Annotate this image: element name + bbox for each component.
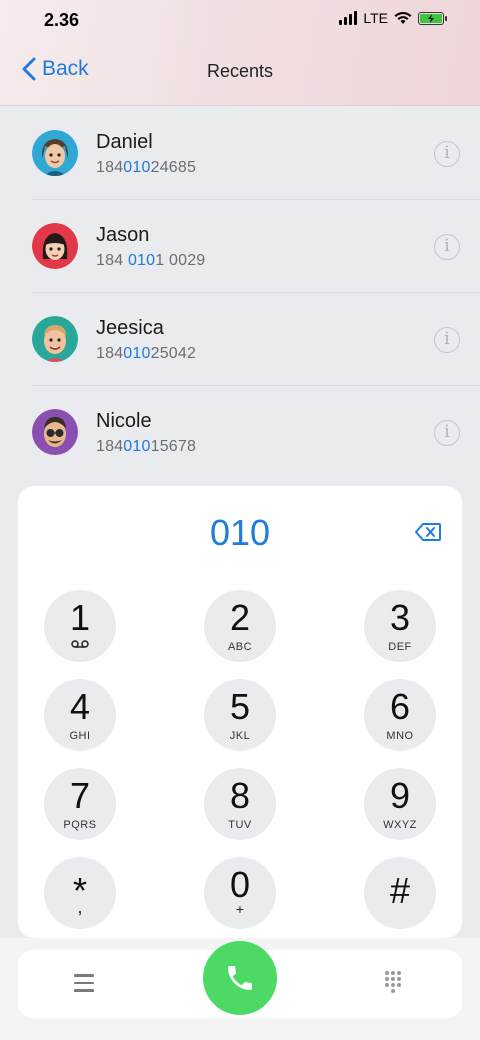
list-item[interactable]: Jason 184 0101 0029 i — [32, 200, 480, 293]
info-icon[interactable]: i — [434, 234, 460, 260]
key-digit: # — [389, 870, 411, 911]
key-9[interactable]: 9 WXYZ — [364, 768, 436, 840]
key-letters: DEF — [388, 641, 412, 653]
key-letters: GHI — [69, 730, 91, 742]
key-letters: MNO — [386, 730, 414, 742]
key-1[interactable]: 1 — [44, 590, 116, 662]
key-star[interactable]: * , — [44, 857, 116, 929]
key-letters: TUV — [228, 819, 252, 831]
call-button[interactable] — [203, 941, 277, 1015]
key-digit: 1 — [69, 597, 91, 638]
key-sub: + — [235, 901, 245, 917]
dialpad: 010 1 2 ABC 3 DEF 4 GHI 5 JKL 6 MNO 7 PQ… — [18, 486, 462, 938]
key-digit: 8 — [229, 775, 251, 816]
key-digit: 5 — [229, 686, 251, 727]
info-icon[interactable]: i — [434, 327, 460, 353]
key-4[interactable]: 4 GHI — [44, 679, 116, 751]
status-time: 2.36 — [44, 10, 80, 30]
menu-icon[interactable] — [74, 974, 94, 997]
key-8[interactable]: 8 TUV — [204, 768, 276, 840]
key-0[interactable]: 0 + — [204, 857, 276, 929]
contact-name: Nicole — [96, 410, 152, 432]
key-digit: 4 — [69, 686, 91, 727]
contact-number: 18401015678 — [96, 438, 197, 455]
key-digit: 9 — [389, 775, 411, 816]
avatar — [32, 223, 78, 269]
contact-number: 18401025042 — [96, 345, 197, 362]
contact-name: Jason — [96, 224, 150, 246]
key-digit: 2 — [229, 597, 251, 638]
voicemail-icon — [71, 640, 89, 648]
network-label: LTE — [363, 10, 388, 26]
info-icon[interactable]: i — [434, 420, 460, 446]
key-letters: WXYZ — [383, 819, 417, 831]
backspace-icon — [415, 523, 441, 541]
contact-number: 18401024685 — [96, 159, 197, 176]
navigation-bar: Back Recents — [0, 50, 480, 94]
key-digit: 3 — [389, 597, 411, 638]
key-digit: 0 — [229, 864, 251, 905]
list-item[interactable]: Jeesica 18401025042 i — [32, 293, 480, 386]
backspace-button[interactable] — [414, 522, 442, 547]
key-digit: 7 — [69, 775, 91, 816]
contact-name: Daniel — [96, 131, 153, 153]
status-indicators: LTE — [339, 10, 447, 26]
signal-icon — [339, 11, 358, 25]
key-letters: ABC — [227, 641, 253, 653]
key-letters: PQRS — [63, 819, 97, 831]
info-icon[interactable]: i — [434, 141, 460, 167]
dialed-number-display: 010 — [209, 512, 271, 553]
phone-icon — [228, 966, 252, 990]
avatar — [32, 409, 78, 455]
key-2[interactable]: 2 ABC — [204, 590, 276, 662]
key-5[interactable]: 5 JKL — [204, 679, 276, 751]
keypad-icon[interactable] — [384, 970, 402, 999]
status-bar: 2.36 LTE — [0, 0, 480, 40]
header: 2.36 LTE Back Recents — [0, 0, 480, 106]
list-item[interactable]: Nicole 18401015678 i — [32, 386, 480, 479]
key-3[interactable]: 3 DEF — [364, 590, 436, 662]
list-item[interactable]: Daniel 18401024685 i — [32, 107, 480, 200]
key-digit: 6 — [389, 686, 411, 727]
avatar — [32, 130, 78, 176]
battery-icon — [418, 11, 447, 25]
contact-name: Jeesica — [96, 317, 164, 339]
key-letters: JKL — [229, 730, 251, 742]
page-title: Recents — [206, 61, 274, 81]
key-6[interactable]: 6 MNO — [364, 679, 436, 751]
key-hash[interactable]: # — [364, 857, 436, 929]
key-7[interactable]: 7 PQRS — [44, 768, 116, 840]
recents-list: Daniel 18401024685 i Jason 184 0101 0029… — [0, 107, 480, 479]
key-sub: , — [77, 897, 83, 917]
avatar — [32, 316, 78, 362]
contact-number: 184 0101 0029 — [96, 252, 206, 269]
wifi-icon — [394, 11, 412, 24]
